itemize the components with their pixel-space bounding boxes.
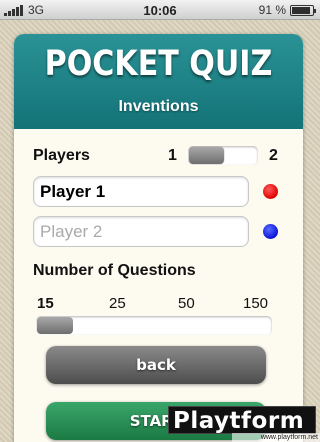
player-1-name-input[interactable] [33,176,249,207]
quiz-setup-card: POCKET QUIZ Inventions Players 1 2 Numbe… [14,34,303,442]
question-count-option: 50 [178,295,195,312]
number-of-questions-label: Number of Questions [33,262,196,279]
app-title: POCKET QUIZ [44,44,273,84]
playtform-watermark-url: www.playtform.net [232,433,320,442]
players-min-label: 1 [168,147,177,164]
players-toggle-knob[interactable] [189,147,224,164]
playtform-watermark-logo: Playtform [168,406,316,434]
question-count-option: 15 [37,295,54,312]
question-count-slider[interactable] [36,316,272,335]
header-banner: POCKET QUIZ Inventions [14,34,303,129]
question-count-option: 150 [243,295,269,312]
status-right: 91 % [258,3,316,17]
battery-fill [292,6,311,14]
players-max-label: 2 [269,147,278,164]
player-1-color-dot [263,184,278,199]
players-label: Players [33,147,90,164]
battery-percent: 91 % [258,3,286,17]
status-bar: 3G 10:06 91 % [0,0,320,20]
player-2-name-input[interactable] [33,216,249,247]
back-button[interactable]: back [46,346,266,384]
player-2-color-dot [263,224,278,239]
quiz-category: Inventions [118,98,199,115]
question-count-options: 15 25 50 150 [33,295,273,313]
players-toggle[interactable] [188,146,258,165]
question-count-slider-knob[interactable] [37,317,73,334]
question-count-option: 25 [109,295,126,312]
battery-icon [290,4,316,16]
